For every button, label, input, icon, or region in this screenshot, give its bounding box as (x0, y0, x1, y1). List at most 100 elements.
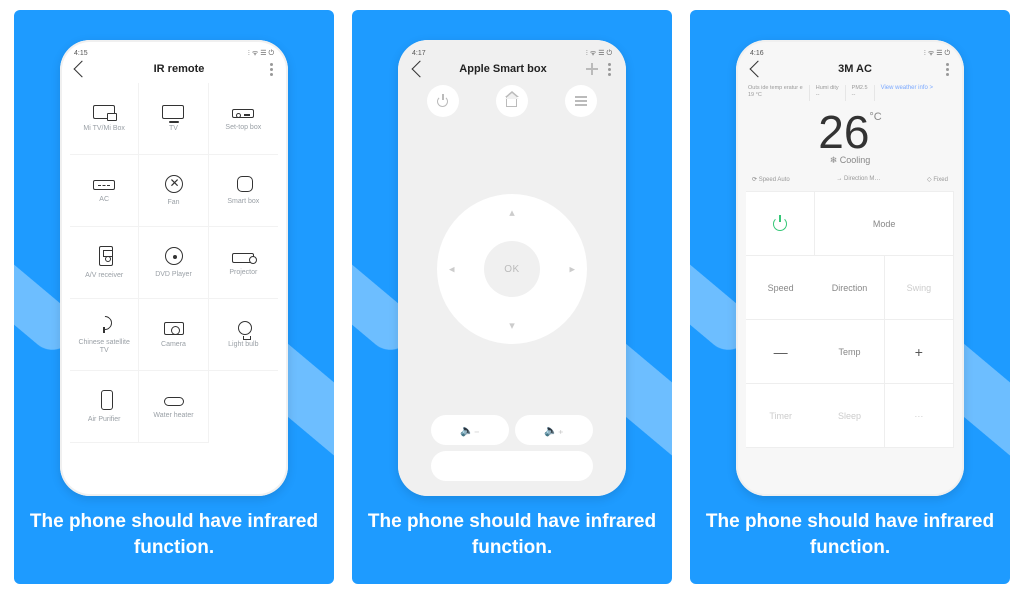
quick-speed[interactable]: ⟳ Speed Auto (752, 176, 790, 183)
device-label: Mi TV/Mi Box (79, 125, 129, 133)
extra-pill-button[interactable] (431, 451, 593, 481)
home-icon (506, 96, 517, 107)
ac-swing-button[interactable]: Swing (885, 256, 954, 320)
ac-temp-button[interactable]: Temp (815, 320, 884, 384)
promo-card-1: 4:15 ⵗ ᯤ ☰ ⏻ IR remote Mi TV/Mi Box TV S… (14, 10, 334, 584)
device-ac[interactable]: AC (70, 155, 139, 227)
mi-tv-icon (93, 105, 115, 119)
air-purifier-icon (101, 390, 113, 410)
tv-icon (162, 105, 184, 119)
weather-link[interactable]: View weather info > (881, 85, 933, 93)
page-title: IR remote (154, 63, 205, 75)
reposition-icon[interactable] (586, 63, 598, 75)
menu-icon (575, 100, 587, 102)
dpad[interactable]: ▴ ▾ ◂ ▸ OK (437, 194, 587, 344)
device-camera[interactable]: Camera (139, 299, 208, 371)
arrow-up-icon[interactable]: ▴ (509, 206, 515, 219)
device-fan[interactable]: Fan (139, 155, 208, 227)
device-dvd[interactable]: DVD Player (139, 227, 208, 299)
ac-sleep-button[interactable]: Sleep (815, 384, 884, 448)
volume-up-button[interactable]: 🔈₊ (515, 415, 593, 445)
menu-button[interactable] (565, 85, 597, 117)
title-bar: IR remote (70, 60, 278, 83)
fan-icon (165, 175, 183, 193)
ac-info-panel: Outs ide temp eratur e19 °C Humi dity-- … (746, 83, 954, 191)
temp-unit: °C (869, 111, 881, 123)
ac-more-button[interactable]: ··· (885, 384, 954, 448)
home-button[interactable] (496, 85, 528, 117)
more-icon[interactable] (946, 68, 949, 71)
ac-temperature: 26°C (748, 105, 952, 159)
device-label: DVD Player (151, 271, 196, 279)
status-bar: 4:15 ⵗ ᯤ ☰ ⏻ (70, 49, 278, 60)
status-icons: ⵗ ᯤ ☰ ⏻ (248, 49, 274, 58)
light-bulb-icon (238, 321, 252, 335)
device-tv[interactable]: TV (139, 83, 208, 155)
page-title: Apple Smart box (459, 63, 546, 75)
camera-icon (164, 322, 184, 335)
ac-direction-button[interactable]: Direction (815, 256, 884, 320)
device-projector[interactable]: Projector (209, 227, 278, 299)
ac-temp-plus-button[interactable]: + (885, 320, 954, 384)
stat-label: PM2.5 (852, 85, 868, 92)
device-label: Air Purifier (84, 416, 125, 424)
ok-button[interactable]: OK (484, 241, 540, 297)
status-icons: ⵗ ᯤ ☰ ⏻ (924, 49, 950, 58)
ac-power-button[interactable] (746, 192, 815, 256)
quick-fixed[interactable]: ◇ Fixed (927, 176, 948, 183)
ac-temp-minus-button[interactable]: — (746, 320, 815, 384)
divider (845, 85, 846, 101)
device-purifier[interactable]: Air Purifier (70, 371, 139, 443)
satellite-icon (96, 315, 114, 333)
ac-icon (93, 180, 115, 190)
extra-row (408, 451, 616, 481)
status-time: 4:17 (412, 50, 426, 57)
quick-direction[interactable]: → Direction M… (836, 176, 880, 183)
stat-pm25: PM2.5-- (852, 85, 868, 99)
device-waterheater[interactable]: Water heater (139, 371, 208, 443)
back-icon[interactable] (412, 61, 429, 78)
status-time: 4:16 (750, 50, 764, 57)
volume-up-icon: 🔈₊ (544, 424, 564, 437)
more-icon[interactable] (608, 68, 611, 71)
device-satellite[interactable]: Chinese satellite TV (70, 299, 139, 371)
stat-value: -- (852, 92, 868, 99)
promo-card-2: 4:17 ⵗ ᯤ ☰ ⏻ Apple Smart box ▴ ▾ ◂ ▸ OK (352, 10, 672, 584)
device-grid: Mi TV/Mi Box TV Set-top box AC Fan Smart… (70, 83, 278, 487)
quick-label: Fixed (933, 177, 948, 183)
volume-down-icon: 🔈₋ (460, 424, 480, 437)
ac-speed-button[interactable]: Speed (746, 256, 815, 320)
water-heater-icon (164, 397, 184, 406)
back-icon[interactable] (74, 61, 91, 78)
stat-value: 19 °C (748, 92, 803, 99)
device-mi-tv[interactable]: Mi TV/Mi Box (70, 83, 139, 155)
device-label: Light bulb (224, 341, 262, 349)
quick-label: Direction M… (844, 176, 880, 182)
device-settop[interactable]: Set-top box (209, 83, 278, 155)
dvd-icon (165, 247, 183, 265)
arrow-down-icon[interactable]: ▾ (509, 319, 515, 332)
promo-caption: The phone should have infrared function. (352, 509, 672, 560)
device-av[interactable]: A/V receiver (70, 227, 139, 299)
status-bar: 4:16 ⵗ ᯤ ☰ ⏻ (746, 49, 954, 60)
device-label: Fan (163, 199, 183, 207)
ac-timer-button[interactable]: Timer (746, 384, 815, 448)
device-label: TV (165, 125, 182, 133)
back-icon[interactable] (750, 61, 767, 78)
set-top-box-icon (232, 109, 254, 118)
device-smartbox[interactable]: Smart box (209, 155, 278, 227)
projector-icon (232, 253, 254, 263)
device-lightbulb[interactable]: Light bulb (209, 299, 278, 371)
ac-mode-button[interactable]: Mode (815, 192, 954, 256)
av-receiver-icon (99, 246, 113, 266)
more-icon[interactable] (270, 68, 273, 71)
volume-down-button[interactable]: 🔈₋ (431, 415, 509, 445)
volume-row: 🔈₋ 🔈₊ (408, 415, 616, 445)
power-button[interactable] (427, 85, 459, 117)
device-label: Water heater (149, 412, 197, 420)
arrow-right-icon[interactable]: ▸ (569, 263, 575, 276)
arrow-left-icon[interactable]: ◂ (449, 263, 455, 276)
remote-top-row (408, 85, 616, 117)
status-bar: 4:17 ⵗ ᯤ ☰ ⏻ (408, 49, 616, 60)
phone-frame: 4:16 ⵗ ᯤ ☰ ⏻ 3M AC Outs ide temp eratur … (736, 40, 964, 496)
